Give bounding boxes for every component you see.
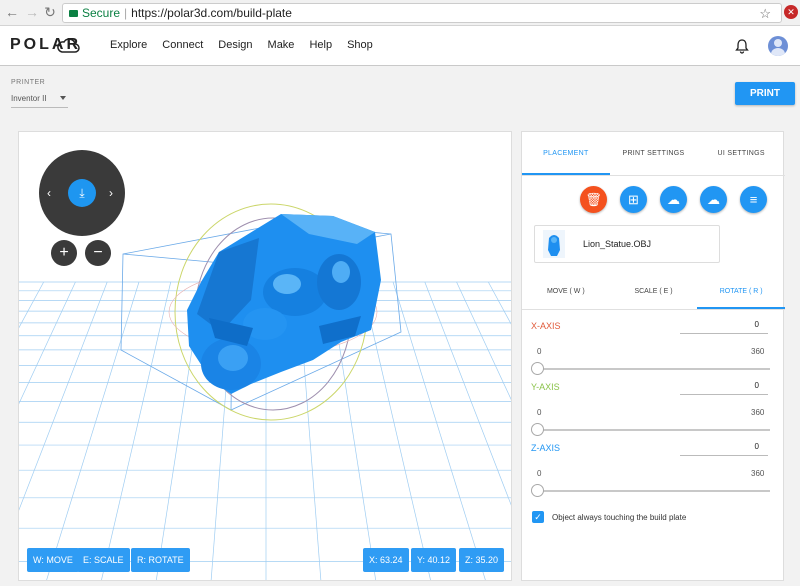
- model-file-item[interactable]: Lion_Statue.OBJ: [534, 225, 720, 263]
- cloud-upload-icon: ☁: [667, 192, 680, 207]
- z-axis-slider-thumb[interactable]: [531, 484, 544, 497]
- x-axis-max: 360: [751, 347, 765, 356]
- upload-button[interactable]: ☁: [660, 186, 687, 213]
- model-thumbnail: [543, 230, 565, 258]
- x-axis-input[interactable]: 0: [680, 320, 768, 334]
- zoom-in-button[interactable]: +: [51, 240, 77, 266]
- printer-select-value: Inventor II: [11, 94, 47, 103]
- browser-chrome: ← → ↻ Secure | https://polar3d.com/build-p…: [0, 0, 800, 26]
- lock-icon: [69, 10, 78, 17]
- add-to-queue-button[interactable]: ≡: [740, 186, 767, 213]
- printer-label: PRINTER: [11, 79, 46, 86]
- y-coordinate: Y: 40.12: [411, 548, 457, 572]
- y-axis-label: Y-AXIS: [531, 382, 560, 392]
- print-button[interactable]: PRINT: [735, 82, 795, 105]
- extension-icon[interactable]: ✕: [784, 5, 798, 19]
- chevron-right-icon[interactable]: ›: [109, 186, 113, 200]
- user-avatar[interactable]: [768, 36, 788, 56]
- zoom-out-button[interactable]: −: [85, 240, 111, 266]
- caret-down-icon: [60, 96, 66, 100]
- y-axis-input[interactable]: 0: [680, 381, 768, 395]
- z-axis-slider[interactable]: [535, 490, 770, 492]
- panel-tabs: PLACEMENT PRINT SETTINGS UI SETTINGS: [522, 132, 785, 176]
- touch-build-plate-label: Object always touching the build plate: [552, 513, 687, 522]
- nav-help[interactable]: Help: [309, 39, 332, 51]
- model-file-name: Lion_Statue.OBJ: [583, 239, 652, 249]
- build-plate-viewport[interactable]: ‹ › ⤓ + − W: MOVE E: SCALE R: ROTATE X: …: [18, 131, 512, 581]
- nav-shop[interactable]: Shop: [347, 39, 373, 51]
- nav-connect[interactable]: Connect: [162, 39, 203, 51]
- cloud-download-icon: ☁: [707, 192, 720, 207]
- x-axis-slider-thumb[interactable]: [531, 362, 544, 375]
- x-axis-slider[interactable]: [535, 368, 770, 370]
- bell-icon[interactable]: [734, 38, 750, 54]
- y-axis-min: 0: [537, 408, 542, 417]
- delete-model-button[interactable]: 🗑: [580, 186, 607, 213]
- trash-icon: 🗑: [585, 192, 602, 207]
- touch-build-plate-checkbox[interactable]: ✓: [532, 511, 544, 523]
- download-button[interactable]: ☁: [700, 186, 727, 213]
- address-bar[interactable]: Secure | https://polar3d.com/build-plate ☆: [62, 3, 782, 23]
- subtab-rotate[interactable]: ROTATE ( R ): [697, 274, 786, 309]
- z-axis-input[interactable]: 0: [680, 442, 768, 456]
- z-axis-max: 360: [751, 469, 765, 478]
- main-nav: Explore Connect Design Make Help Shop: [110, 39, 388, 51]
- transform-tabs: MOVE ( W ) SCALE ( E ) ROTATE ( R ): [522, 274, 786, 310]
- y-axis-slider[interactable]: [535, 429, 770, 431]
- x-coordinate: X: 63.24: [363, 548, 409, 572]
- bookmark-star-icon[interactable]: ☆: [759, 5, 771, 23]
- tab-placement[interactable]: PLACEMENT: [522, 132, 610, 175]
- forward-icon[interactable]: →: [24, 4, 40, 20]
- tab-print-settings[interactable]: PRINT SETTINGS: [610, 132, 698, 175]
- nav-explore[interactable]: Explore: [110, 39, 147, 51]
- playlist-add-icon: ≡: [749, 192, 758, 207]
- tab-ui-settings[interactable]: UI SETTINGS: [697, 132, 785, 175]
- z-axis-min: 0: [537, 469, 542, 478]
- y-axis-slider-thumb[interactable]: [531, 423, 544, 436]
- download-arrow-icon[interactable]: ⤓: [68, 179, 96, 207]
- x-axis-label: X-AXIS: [531, 321, 561, 331]
- reload-icon[interactable]: ↻: [42, 4, 58, 20]
- camera-nav-wheel[interactable]: ‹ › ⤓: [39, 150, 125, 236]
- settings-panel: PLACEMENT PRINT SETTINGS UI SETTINGS 🗑 ⊞…: [521, 131, 786, 581]
- cloud-logo-icon: [57, 38, 80, 53]
- add-model-button[interactable]: ⊞: [620, 186, 647, 213]
- url-text: https://polar3d.com/build-plate: [131, 6, 292, 20]
- back-icon[interactable]: ←: [4, 4, 20, 20]
- check-icon: ✓: [534, 512, 542, 522]
- z-coordinate: Z: 35.20: [459, 548, 505, 572]
- chevron-left-icon[interactable]: ‹: [47, 186, 51, 200]
- rotate-mode-button[interactable]: R: ROTATE: [131, 548, 190, 572]
- move-mode-button[interactable]: W: MOVE: [27, 548, 79, 572]
- subtab-scale[interactable]: SCALE ( E ): [610, 274, 698, 309]
- x-axis-min: 0: [537, 347, 542, 356]
- y-axis-max: 360: [751, 408, 765, 417]
- subtab-move[interactable]: MOVE ( W ): [522, 274, 610, 309]
- add-box-icon: ⊞: [628, 192, 639, 207]
- app-header: POLAR Explore Connect Design Make Help S…: [0, 26, 800, 66]
- nav-make[interactable]: Make: [268, 39, 295, 51]
- nav-design[interactable]: Design: [218, 39, 252, 51]
- printer-select[interactable]: Inventor II: [11, 94, 68, 108]
- lion-statue-model[interactable]: [187, 214, 381, 394]
- z-axis-label: Z-AXIS: [531, 443, 561, 453]
- scale-mode-button[interactable]: E: SCALE: [77, 548, 130, 572]
- secure-label: Secure: [82, 6, 121, 20]
